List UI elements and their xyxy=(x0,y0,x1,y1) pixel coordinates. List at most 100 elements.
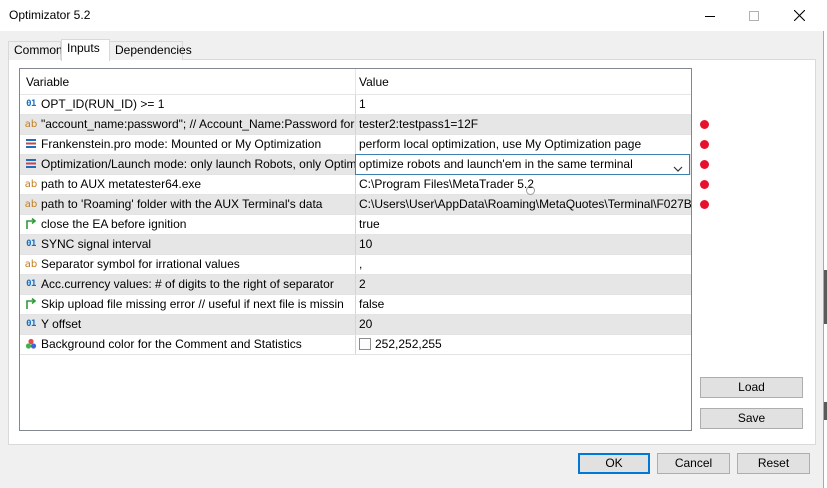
value-text: 252,252,255 xyxy=(375,337,442,351)
value-cell[interactable]: false xyxy=(356,295,691,314)
variable-name: Frankenstein.pro mode: Mounted or My Opt… xyxy=(41,137,322,151)
variable-cell: Frankenstein.pro mode: Mounted or My Opt… xyxy=(20,135,356,154)
maximize-icon xyxy=(749,10,759,21)
value-text: optimize robots and launch'em in the sam… xyxy=(359,157,633,171)
minimize-icon xyxy=(705,15,715,17)
table-row[interactable]: 01 SYNC signal interval 10 xyxy=(20,235,691,255)
value-cell[interactable]: perform local optimization, use My Optim… xyxy=(356,135,691,154)
table-row[interactable]: 01 OPT_ID(RUN_ID) >= 1 1 xyxy=(20,95,691,115)
table-row[interactable]: Skip upload file missing error // useful… xyxy=(20,295,691,315)
variable-cell: ab path to 'Roaming' folder with the AUX … xyxy=(20,195,356,214)
tab-common[interactable]: Common xyxy=(8,41,63,60)
column-header-value[interactable]: Value xyxy=(356,69,691,95)
title-bar[interactable]: Optimizator 5.2 xyxy=(0,0,824,31)
tab-inputs[interactable]: Inputs xyxy=(61,39,110,61)
value-cell[interactable]: true xyxy=(356,215,691,234)
value-text: , xyxy=(359,257,363,271)
variable-name: SYNC signal interval xyxy=(41,237,152,251)
value-cell[interactable]: C:\Program Files\MetaTrader 5.2 xyxy=(356,175,691,194)
variable-cell: ab path to AUX metatester64.exe xyxy=(20,175,356,194)
minimize-button[interactable] xyxy=(687,0,733,31)
column-header-variable[interactable]: Variable xyxy=(20,69,356,95)
variable-cell: 01 OPT_ID(RUN_ID) >= 1 xyxy=(20,95,356,114)
value-text: perform local optimization, use My Optim… xyxy=(359,137,642,151)
status-dot-icon xyxy=(700,180,709,189)
enum-icon xyxy=(26,139,36,148)
enum-icon xyxy=(26,159,36,168)
optimizator-window: Optimizator 5.2 Common Inputs Dependenci… xyxy=(0,0,824,488)
value-cell[interactable]: 2 xyxy=(356,275,691,294)
value-cell[interactable]: 1 xyxy=(356,95,691,114)
string-type-icon: ab xyxy=(24,259,38,270)
color-swatch[interactable] xyxy=(359,337,371,350)
table-row[interactable]: ab path to AUX metatester64.exe C:\Program… xyxy=(20,175,691,195)
value-dropdown[interactable]: optimize robots and launch'em in the sam… xyxy=(355,154,690,175)
variable-name: Y offset xyxy=(41,317,82,331)
cancel-button[interactable]: Cancel xyxy=(657,453,730,474)
bool-type-icon xyxy=(24,298,38,311)
window-title: Optimizator 5.2 xyxy=(9,8,91,22)
table-row[interactable]: close the EA before ignition true xyxy=(20,215,691,235)
variable-cell: Background color for the Comment and Sta… xyxy=(20,335,356,354)
variable-cell: Skip upload file missing error // useful… xyxy=(20,295,356,314)
reset-button[interactable]: Reset xyxy=(737,453,810,474)
variable-name: Background color for the Comment and Sta… xyxy=(41,337,302,351)
string-type-icon: ab xyxy=(24,119,38,130)
color-palette-icon xyxy=(25,338,37,349)
int-type-icon: 01 xyxy=(26,239,36,249)
variable-cell: ab "account_name:password"; // Account_Na… xyxy=(20,115,356,134)
value-cell[interactable]: , xyxy=(356,255,691,274)
value-cell[interactable]: 10 xyxy=(356,235,691,254)
tab-dependencies[interactable]: Dependencies xyxy=(109,41,192,60)
color-type-icon xyxy=(24,338,38,351)
value-cell[interactable]: 20 xyxy=(356,315,691,334)
table-row[interactable]: 01 Acc.currency values: # of digits to th… xyxy=(20,275,691,295)
value-cell[interactable]: C:\Users\User\AppData\Roaming\MetaQuotes… xyxy=(356,195,691,214)
value-text: 2 xyxy=(359,277,366,291)
value-cell[interactable]: 252,252,255 xyxy=(356,335,691,354)
close-icon xyxy=(793,10,805,21)
variable-cell: ab Separator symbol for irrational values xyxy=(20,255,356,274)
enum-type-icon xyxy=(24,138,38,151)
status-dot-icon xyxy=(700,140,709,149)
variable-cell: 01 Y offset xyxy=(20,315,356,334)
chevron-down-icon[interactable] xyxy=(673,160,683,174)
value-cell[interactable]: tester2:testpass1=12F xyxy=(356,115,691,134)
value-text: C:\Program Files\MetaTrader 5.2 xyxy=(359,177,534,191)
ok-button[interactable]: OK xyxy=(578,453,650,474)
enum-type-icon xyxy=(24,158,38,171)
table-row[interactable]: ab Separator symbol for irrational values… xyxy=(20,255,691,275)
variable-name: close the EA before ignition xyxy=(41,217,187,231)
status-dot-icon xyxy=(700,200,709,209)
int-type-icon: 01 xyxy=(26,99,36,109)
table-row[interactable]: ab "account_name:password"; // Account_Na… xyxy=(20,115,691,135)
grid-header: Variable Value xyxy=(20,69,691,95)
table-row[interactable]: Background color for the Comment and Sta… xyxy=(20,335,691,355)
table-row[interactable]: 01 Y offset 20 xyxy=(20,315,691,335)
busy-cursor-icon xyxy=(526,186,535,195)
variable-name: Optimization/Launch mode: only launch Ro… xyxy=(41,157,356,171)
string-type-icon: ab xyxy=(24,199,38,210)
value-text: tester2:testpass1=12F xyxy=(359,117,479,131)
table-row[interactable]: Frankenstein.pro mode: Mounted or My Opt… xyxy=(20,135,691,155)
variable-name: Acc.currency values: # of digits to the … xyxy=(41,277,334,291)
load-button[interactable]: Load xyxy=(700,377,803,398)
table-row[interactable]: ab path to 'Roaming' folder with the AUX … xyxy=(20,195,691,215)
value-text: 10 xyxy=(359,237,373,251)
variable-name: OPT_ID(RUN_ID) >= 1 xyxy=(41,97,165,111)
save-button[interactable]: Save xyxy=(700,408,803,429)
value-text: C:\Users\User\AppData\Roaming\MetaQuotes… xyxy=(359,197,691,211)
inputs-grid[interactable]: Variable Value 01 OPT_ID(RUN_ID) >= 1 1 ab "… xyxy=(19,68,692,431)
table-row[interactable]: Optimization/Launch mode: only launch Ro… xyxy=(20,154,691,175)
value-text: false xyxy=(359,297,385,311)
variable-cell: 01 SYNC signal interval xyxy=(20,235,356,254)
int-type-icon: 01 xyxy=(26,279,36,289)
variable-name: Skip upload file missing error // useful… xyxy=(41,297,344,311)
variable-name: "account_name:password"; // Account_Name… xyxy=(41,117,356,131)
variable-cell: Optimization/Launch mode: only launch Ro… xyxy=(20,155,356,174)
status-dot-icon xyxy=(700,120,709,129)
variable-name: path to 'Roaming' folder with the AUX Te… xyxy=(41,197,323,211)
close-button[interactable] xyxy=(776,0,822,31)
maximize-button[interactable] xyxy=(731,0,777,31)
status-dot-icon xyxy=(700,160,709,169)
